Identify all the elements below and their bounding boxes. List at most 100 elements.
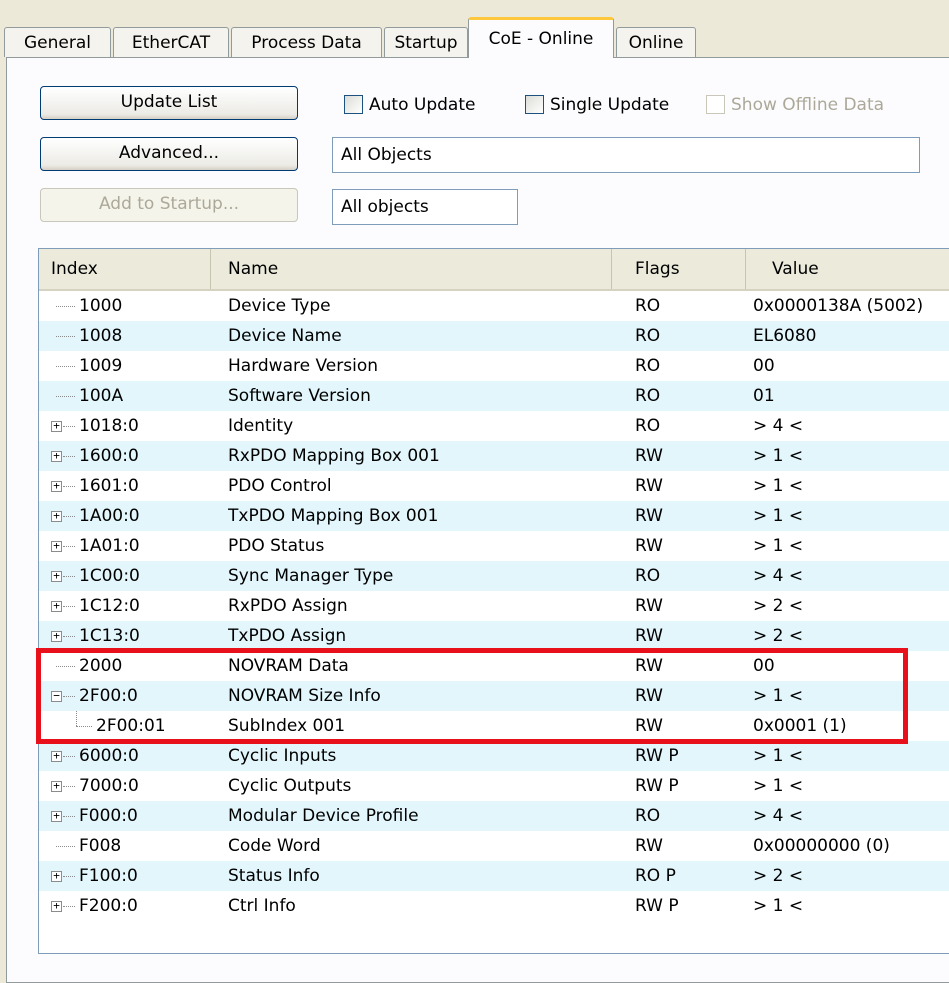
table-row[interactable]: 2000 NOVRAM Data RW 00 [39, 651, 949, 681]
cell-name: Device Type [228, 296, 331, 316]
expand-plus-icon[interactable]: + [51, 510, 62, 522]
column-header-name[interactable]: Name [211, 249, 612, 289]
cell-value: > 1 < [753, 476, 804, 496]
cell-flags: RW P [635, 896, 679, 916]
cell-index: 1018:0 [79, 416, 139, 436]
update-list-button[interactable]: Update List [40, 86, 298, 120]
list-header: Index Name Flags Value [39, 249, 949, 291]
cell-value: > 1 < [753, 536, 804, 556]
column-header-index[interactable]: Index [39, 249, 211, 289]
table-row[interactable]: +1600:0 RxPDO Mapping Box 001 RW > 1 < [39, 441, 949, 471]
cell-flags: RO [635, 806, 661, 826]
tab-startup[interactable]: Startup [384, 27, 468, 57]
table-row[interactable]: F008 Code Word RW 0x00000000 (0) [39, 831, 949, 861]
column-header-flags[interactable]: Flags [612, 249, 746, 289]
table-row[interactable]: − 2F00:0 NOVRAM Size Info RW > 1 < [39, 681, 949, 711]
cell-flags: RO [635, 326, 661, 346]
cell-flags: RW [635, 476, 663, 496]
table-row[interactable]: + F000:0 Modular Device Profile RO > 4 < [39, 801, 949, 831]
tree-connector-line [63, 876, 75, 877]
cell-index: 1008 [79, 326, 123, 346]
table-row[interactable]: +1A01:0 PDO Status RW > 1 < [39, 531, 949, 561]
filter-field[interactable]: All objects [332, 189, 518, 225]
tab-process-data[interactable]: Process Data [231, 27, 382, 57]
expand-plus-icon[interactable]: + [51, 480, 62, 492]
expand-plus-icon[interactable]: + [51, 450, 62, 462]
cell-flags: RW [635, 446, 663, 466]
expand-plus-icon[interactable]: + [51, 900, 62, 912]
table-row[interactable]: +7000:0 Cyclic Outputs RW P > 1 < [39, 771, 949, 801]
collapse-minus-icon[interactable]: − [51, 690, 62, 702]
table-row[interactable]: +1C13:0 TxPDO Assign RW > 2 < [39, 621, 949, 651]
single-update-checkbox[interactable]: Single Update [525, 92, 669, 118]
object-list[interactable]: Index Name Flags Value 1000 Device Type RO… [38, 248, 949, 954]
tab-ethercat[interactable]: EtherCAT [113, 27, 229, 57]
table-row[interactable]: + F200:0 Ctrl Info RW P > 1 < [39, 891, 949, 921]
cell-name: RxPDO Mapping Box 001 [228, 446, 440, 466]
table-row[interactable]: 2F00:01 SubIndex 001 RW 0x0001 (1) [39, 711, 949, 741]
add-to-startup-button[interactable]: Add to Startup... [40, 188, 298, 222]
expand-plus-icon[interactable]: + [51, 780, 62, 792]
cell-flags: RW P [635, 776, 679, 796]
cell-name: TxPDO Assign [228, 626, 347, 646]
tab-general[interactable]: General [4, 27, 111, 57]
auto-update-checkbox[interactable]: Auto Update [344, 92, 475, 118]
cell-name: Status Info [228, 866, 320, 886]
table-row[interactable]: +1C12:0 RxPDO Assign RW > 2 < [39, 591, 949, 621]
tree-connector-line [63, 756, 75, 757]
expand-plus-icon[interactable]: + [51, 540, 62, 552]
table-row[interactable]: +1A00:0 TxPDO Mapping Box 001 RW > 1 < [39, 501, 949, 531]
cell-index: F008 [79, 836, 122, 856]
cell-flags: RO [635, 566, 661, 586]
expand-plus-icon[interactable]: + [51, 420, 62, 432]
cell-index: 1C13:0 [79, 626, 140, 646]
table-row[interactable]: + F100:0 Status Info RO P > 2 < [39, 861, 949, 891]
table-row[interactable]: 1008 Device Name RO EL6080 [39, 321, 949, 351]
cell-value: > 1 < [753, 506, 804, 526]
advanced-button[interactable]: Advanced... [40, 137, 298, 171]
cell-index: 6000:0 [79, 746, 139, 766]
cell-index: 1000 [79, 296, 123, 316]
cell-name: PDO Status [228, 536, 325, 556]
table-row[interactable]: 1000 Device Type RO 0x0000138A (5002) [39, 291, 949, 321]
cell-flags: RW [635, 536, 663, 556]
tree-connector-line [76, 726, 92, 727]
cell-flags: RW [635, 656, 663, 676]
cell-name: Sync Manager Type [228, 566, 394, 586]
table-row[interactable]: +6000:0 Cyclic Inputs RW P > 1 < [39, 741, 949, 771]
list-rows: 1000 Device Type RO 0x0000138A (5002) 1008 De… [39, 291, 949, 921]
checkbox-box-icon [706, 95, 725, 114]
cell-index: 1A01:0 [79, 536, 140, 556]
tree-connector-line [63, 696, 75, 697]
tab-online[interactable]: Online [616, 27, 696, 57]
tree-connector-line [56, 306, 75, 307]
expand-plus-icon[interactable]: + [51, 630, 62, 642]
cell-name: Cyclic Inputs [228, 746, 337, 766]
expand-plus-icon[interactable]: + [51, 570, 62, 582]
expand-plus-icon[interactable]: + [51, 750, 62, 762]
table-row[interactable]: +1C00:0 Sync Manager Type RO > 4 < [39, 561, 949, 591]
column-header-value[interactable]: Value [746, 249, 949, 289]
tree-connector-line [56, 846, 75, 847]
single-update-label: Single Update [550, 95, 670, 115]
expand-plus-icon[interactable]: + [51, 810, 62, 822]
tree-connector-line [63, 816, 75, 817]
tab-strip: General EtherCAT Process Data Startup Co… [0, 14, 949, 60]
tab-coe-online[interactable]: CoE - Online [468, 17, 614, 58]
table-row[interactable]: 1009 Hardware Version RO 00 [39, 351, 949, 381]
cell-flags: RO [635, 296, 661, 316]
show-offline-data-checkbox[interactable]: Show Offline Data [706, 92, 884, 118]
cell-name: Device Name [228, 326, 342, 346]
cell-flags: RW [635, 626, 663, 646]
cell-flags: RW [635, 596, 663, 616]
expand-plus-icon[interactable]: + [51, 600, 62, 612]
cell-name: Modular Device Profile [228, 806, 419, 826]
table-row[interactable]: +1601:0 PDO Control RW > 1 < [39, 471, 949, 501]
tree-connector-line [63, 906, 75, 907]
table-row[interactable]: 100A Software Version RO 01 [39, 381, 949, 411]
cell-index: 2F00:0 [79, 686, 138, 706]
table-row[interactable]: +1018:0 Identity RO > 4 < [39, 411, 949, 441]
checkbox-box-icon [344, 95, 363, 114]
expand-plus-icon[interactable]: + [51, 870, 62, 882]
tree-connector-line [63, 606, 75, 607]
